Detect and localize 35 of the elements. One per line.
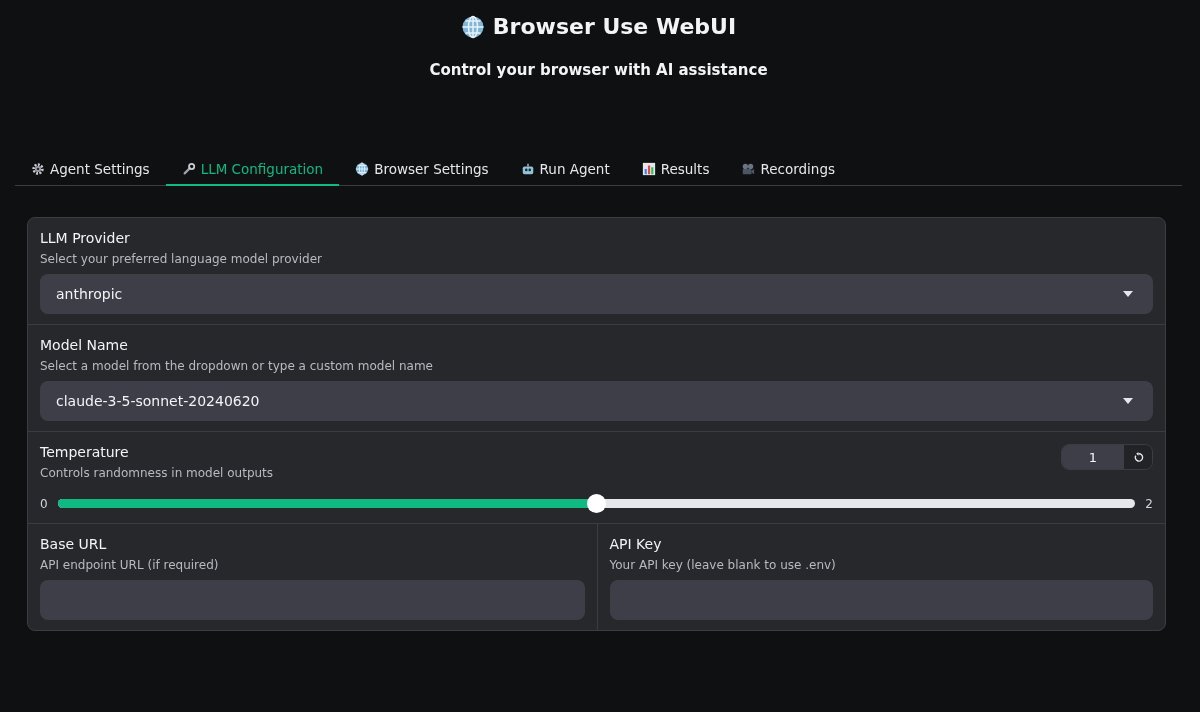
gear-icon [31,162,45,176]
tab[interactable]: LLM Configuration [165,153,340,186]
page-title: Browser Use WebUI [492,14,737,39]
caret-icon [1123,291,1133,297]
caret-icon [1123,398,1133,404]
film-camera-icon [741,162,756,176]
dropdown[interactable]: claude-3-5-sonnet-20240620 [40,381,1153,421]
field-label: API Key [609,536,663,552]
slider[interactable] [57,494,1136,513]
slider-min: 0 [40,496,48,511]
field-label: Base URL [40,536,108,552]
dropdown[interactable]: anthropic [40,274,1153,314]
field-description: API endpoint URL (if required) [40,558,220,572]
tab[interactable]: Browser Settings [339,153,505,186]
slider-thumb[interactable] [586,494,606,513]
tab[interactable]: Results [625,153,726,186]
field-label: LLM Provider [40,230,131,246]
wrench-icon [181,162,196,176]
tab[interactable]: Recordings [725,153,851,186]
field-description: Your API key (leave blank to use .env) [609,558,837,572]
robot-icon [520,162,535,176]
bar-chart-icon [641,162,656,176]
tab[interactable]: Run Agent [504,153,626,186]
globe-icon [355,162,370,176]
globe-icon [460,14,485,39]
field-label: Model Name [40,337,129,353]
page-subtitle: Control your browser with AI assistance [429,61,768,79]
input-field[interactable] [609,580,1153,620]
field-label: Temperature [40,444,130,460]
field-description: Controls randomness in model outputs [40,466,274,480]
slider-max: 2 [1145,496,1153,511]
input-field[interactable] [40,580,585,620]
tab[interactable]: Agent Settings [15,153,166,186]
field-description: Select a model from the dropdown or type a custom model name [40,359,434,373]
field-description: Select your preferred language model provider [40,252,323,266]
